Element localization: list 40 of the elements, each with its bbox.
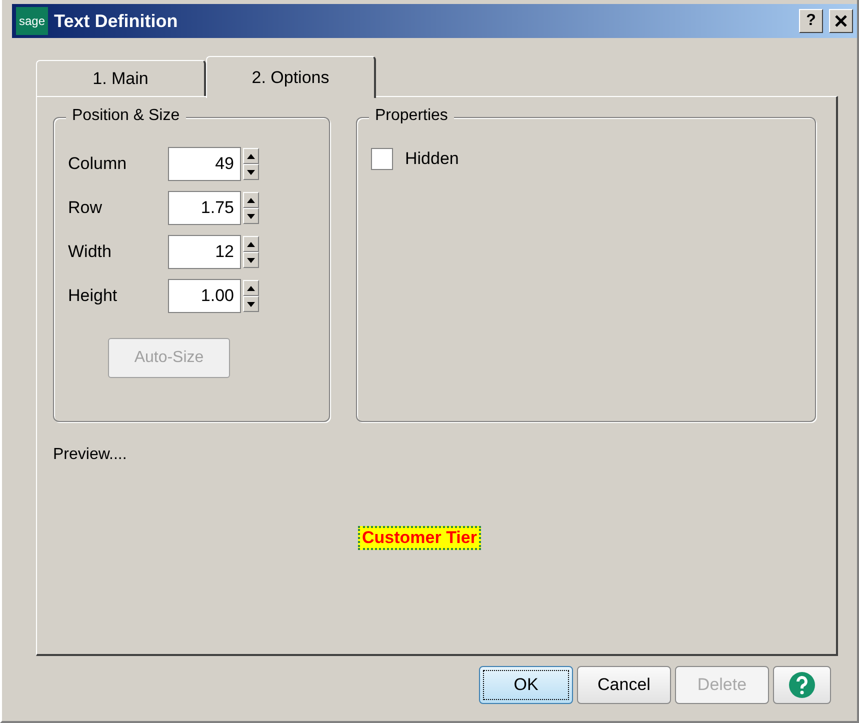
spin-up-button[interactable]: [243, 148, 259, 164]
tab[interactable]: 2. Options: [206, 56, 376, 98]
field-label: Column: [68, 154, 128, 174]
help-button[interactable]: ?: [799, 9, 823, 33]
input-field[interactable]: 49: [168, 147, 241, 181]
spin-down-button[interactable]: [243, 296, 259, 312]
dialog-button[interactable]: OK: [479, 666, 573, 704]
checkbox-label: Hidden: [405, 149, 459, 169]
spin-down-button[interactable]: [243, 164, 259, 180]
dialog-button[interactable]: Cancel: [577, 666, 671, 704]
field-label: Row: [68, 198, 104, 218]
tab[interactable]: 1. Main: [36, 60, 206, 96]
app-logo: sage: [16, 7, 48, 35]
checkbox[interactable]: [371, 148, 393, 170]
spin-down-button[interactable]: [243, 252, 259, 268]
spin-up-button[interactable]: [243, 280, 259, 296]
down-arrow-icon: [247, 170, 255, 174]
spin-up-button[interactable]: [243, 192, 259, 208]
input-field[interactable]: 1.75: [168, 191, 241, 225]
window-title: Text Definition: [54, 10, 179, 32]
up-arrow-icon: [247, 286, 255, 290]
down-arrow-icon: [247, 258, 255, 262]
spin-down-button[interactable]: [243, 208, 259, 224]
field-label: Width: [68, 242, 112, 262]
help-button[interactable]: [773, 666, 831, 704]
input-field[interactable]: 12: [168, 235, 241, 269]
group-title: Properties: [369, 107, 454, 125]
down-arrow-icon: [247, 214, 255, 218]
close-button[interactable]: [829, 9, 853, 33]
help-icon: [788, 671, 816, 699]
down-arrow-icon: [247, 302, 255, 306]
preview-text: Customer Tier: [358, 526, 481, 550]
up-arrow-icon: [247, 154, 255, 158]
field-label: Height: [68, 286, 118, 306]
up-arrow-icon: [247, 242, 255, 246]
preview-label: Preview....: [53, 446, 128, 464]
spin-up-button[interactable]: [243, 236, 259, 252]
close-icon: [835, 15, 847, 27]
up-arrow-icon: [247, 198, 255, 202]
input-field[interactable]: 1.00: [168, 279, 241, 313]
